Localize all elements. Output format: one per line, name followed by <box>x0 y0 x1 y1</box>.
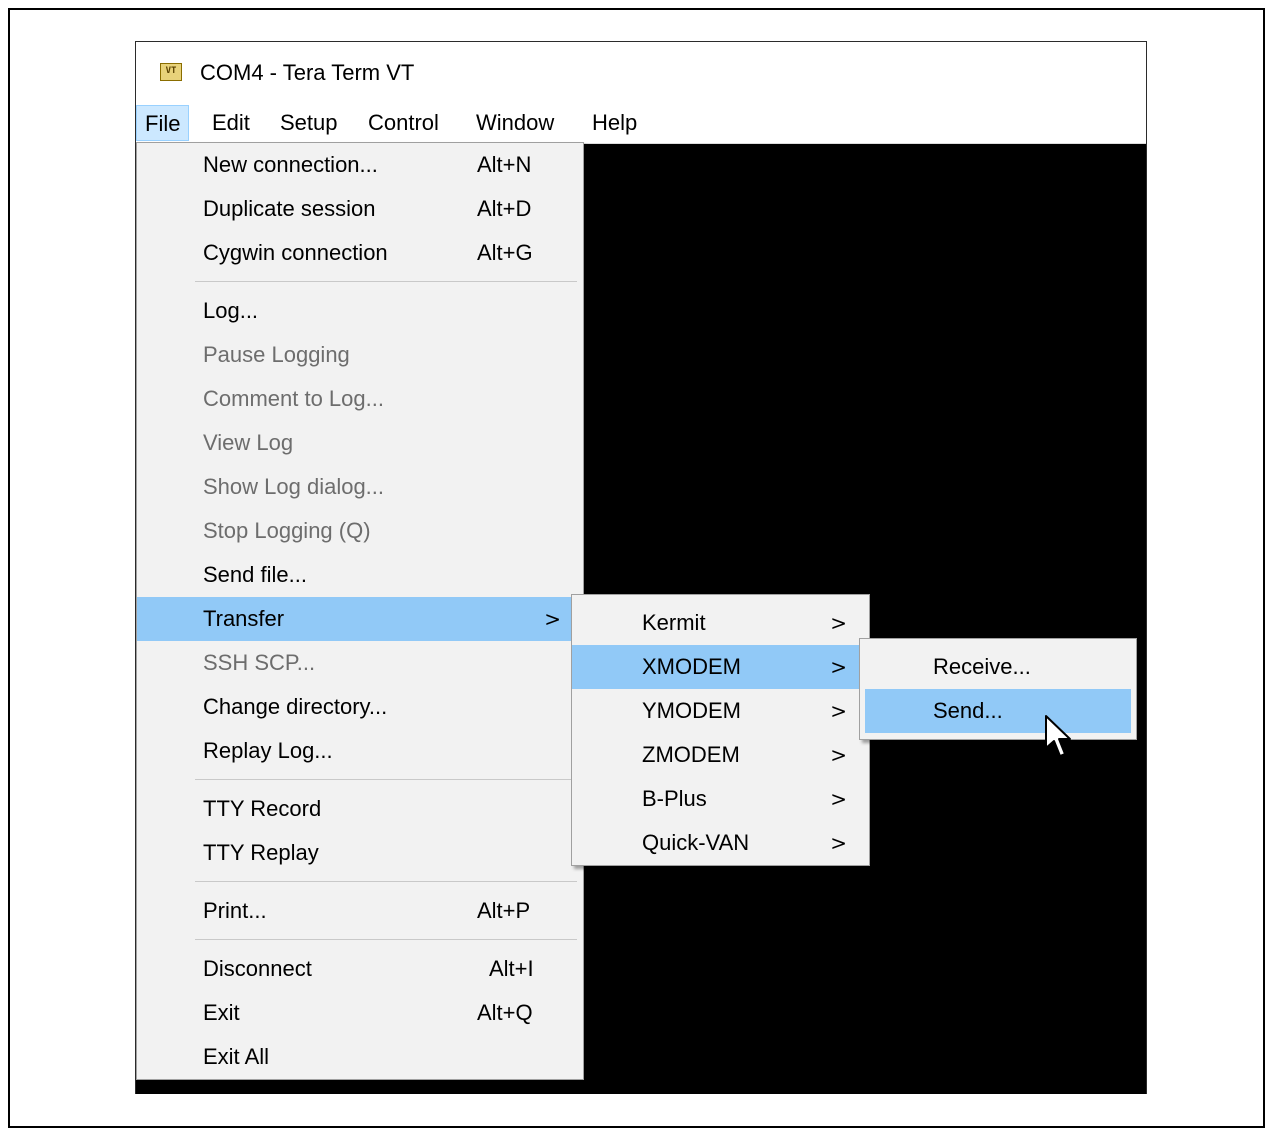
menu-item-label: Replay Log... <box>203 738 333 763</box>
menu-item-receive[interactable]: Receive... <box>865 645 1131 689</box>
menu-item-ssh-scp: SSH SCP... <box>137 641 583 685</box>
mouse-pointer-icon <box>1045 715 1071 757</box>
menu-item-shortcut: Alt+D <box>477 196 532 221</box>
menu-item-label: Transfer <box>203 606 285 631</box>
menu-item-label: Pause Logging <box>203 342 350 367</box>
menu-item-label: Quick-VAN <box>642 830 750 855</box>
menu-item-log[interactable]: Log... <box>137 289 583 333</box>
title-bar: VT COM4 - Tera Term VT <box>136 42 1146 102</box>
menu-item-pause-logging: Pause Logging <box>137 333 583 377</box>
menu-item-label: Stop Logging (Q) <box>203 518 371 543</box>
menu-item-stop-logging: Stop Logging (Q) <box>137 509 583 553</box>
menu-item-label: Comment to Log... <box>203 386 384 411</box>
menu-separator <box>137 875 583 889</box>
menu-separator <box>137 773 583 787</box>
menu-item-label: Show Log dialog... <box>203 474 385 499</box>
chevron-right-icon: > <box>830 611 847 635</box>
chevron-right-icon: > <box>544 607 561 631</box>
menu-item-shortcut: Alt+I <box>489 956 534 981</box>
menu-separator <box>137 933 583 947</box>
menu-item-label: Send... <box>933 698 1003 723</box>
chevron-right-icon: > <box>830 787 847 811</box>
menu-control[interactable]: Control <box>360 105 447 141</box>
menu-help[interactable]: Help <box>584 105 645 141</box>
menu-item-shortcut: Alt+P <box>477 898 531 923</box>
menu-item-quick-van[interactable]: Quick-VAN > <box>572 821 869 865</box>
window-title: COM4 - Tera Term VT <box>200 60 415 85</box>
menu-item-ymodem[interactable]: YMODEM > <box>572 689 869 733</box>
menu-item-disconnect[interactable]: Disconnect Alt+I <box>137 947 583 991</box>
file-menu: New connection... Alt+N Duplicate sessio… <box>136 142 584 1080</box>
menu-item-tty-replay[interactable]: TTY Replay <box>137 831 583 875</box>
menu-item-change-directory[interactable]: Change directory... <box>137 685 583 729</box>
menu-item-comment-to-log: Comment to Log... <box>137 377 583 421</box>
chevron-right-icon: > <box>830 655 847 679</box>
tera-term-vt-icon: VT <box>160 63 182 81</box>
menu-item-label: TTY Replay <box>203 840 319 865</box>
menu-item-replay-log[interactable]: Replay Log... <box>137 729 583 773</box>
menu-item-print[interactable]: Print... Alt+P <box>137 889 583 933</box>
menu-item-send[interactable]: Send... <box>865 689 1131 733</box>
menu-item-label: Exit All <box>203 1044 270 1069</box>
menu-item-label: B-Plus <box>642 786 707 811</box>
chevron-right-icon: > <box>830 743 847 767</box>
menu-item-label: Receive... <box>933 654 1031 679</box>
menu-edit[interactable]: Edit <box>204 105 258 141</box>
menu-window[interactable]: Window <box>468 105 562 141</box>
menu-item-label: New connection... <box>203 152 378 177</box>
menu-item-exit-all[interactable]: Exit All <box>137 1035 583 1079</box>
menu-item-duplicate-session[interactable]: Duplicate session Alt+D <box>137 187 583 231</box>
menu-item-label: View Log <box>203 430 294 455</box>
menu-separator <box>137 275 583 289</box>
menu-item-view-log: View Log <box>137 421 583 465</box>
transfer-submenu: Kermit > XMODEM > YMODEM > ZMODEM > B-Pl… <box>571 594 870 866</box>
menu-item-label: ZMODEM <box>642 742 740 767</box>
menu-item-label: Cygwin connection <box>203 240 388 265</box>
menu-item-kermit[interactable]: Kermit > <box>572 601 869 645</box>
menu-item-label: Exit <box>203 1000 240 1025</box>
menu-item-label: YMODEM <box>642 698 741 723</box>
chevron-right-icon: > <box>830 831 847 855</box>
menu-item-cygwin-connection[interactable]: Cygwin connection Alt+G <box>137 231 583 275</box>
menu-item-exit[interactable]: Exit Alt+Q <box>137 991 583 1035</box>
menu-item-label: SSH SCP... <box>203 650 316 675</box>
menu-setup[interactable]: Setup <box>272 105 346 141</box>
menu-item-label: Change directory... <box>203 694 388 719</box>
menu-item-label: Send file... <box>203 562 307 587</box>
menu-item-label: Disconnect <box>203 956 312 981</box>
menu-item-b-plus[interactable]: B-Plus > <box>572 777 869 821</box>
menu-bar: File Edit Setup Control Window Help <box>136 103 1146 144</box>
menu-item-label: Print... <box>203 898 267 923</box>
menu-item-transfer[interactable]: Transfer > <box>137 597 583 641</box>
menu-item-zmodem[interactable]: ZMODEM > <box>572 733 869 777</box>
chevron-right-icon: > <box>830 699 847 723</box>
menu-file[interactable]: File <box>136 105 190 141</box>
menu-item-show-log-dialog: Show Log dialog... <box>137 465 583 509</box>
menu-item-new-connection[interactable]: New connection... Alt+N <box>137 143 583 187</box>
menu-item-send-file[interactable]: Send file... <box>137 553 583 597</box>
menu-item-xmodem[interactable]: XMODEM > <box>572 645 869 689</box>
menu-item-shortcut: Alt+N <box>477 152 532 177</box>
menu-item-label: Kermit <box>642 610 706 635</box>
xmodem-submenu: Receive... Send... <box>859 638 1137 740</box>
menu-item-shortcut: Alt+G <box>477 240 533 265</box>
menu-item-label: Log... <box>203 298 259 323</box>
menu-item-label: XMODEM <box>642 654 741 679</box>
menu-item-label: Duplicate session <box>203 196 376 221</box>
menu-item-shortcut: Alt+Q <box>477 1000 533 1025</box>
menu-item-label: TTY Record <box>203 796 322 821</box>
menu-item-tty-record[interactable]: TTY Record <box>137 787 583 831</box>
